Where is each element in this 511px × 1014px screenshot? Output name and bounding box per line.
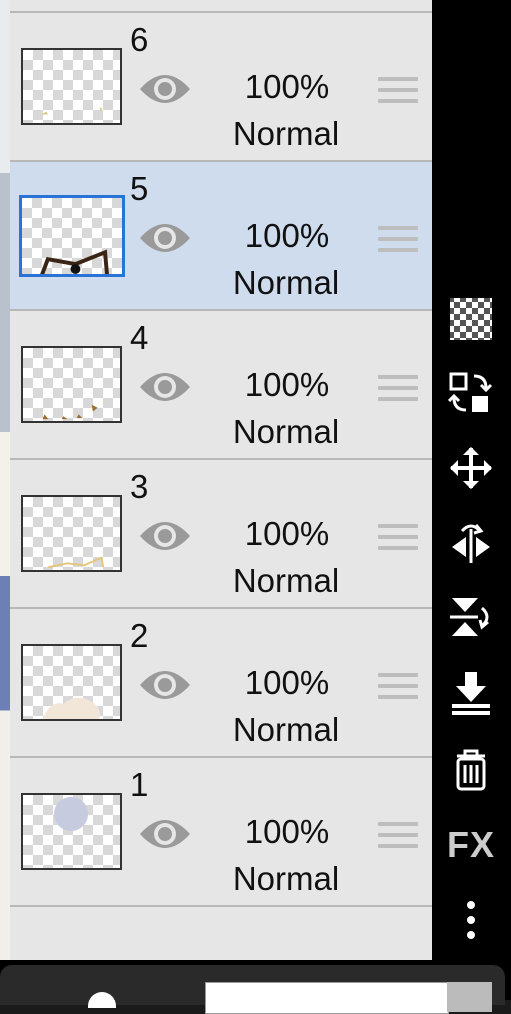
layer-row[interactable]: 4 100% Normal: [10, 311, 432, 460]
move-icon[interactable]: [444, 441, 498, 495]
visibility-eye-icon[interactable]: [138, 814, 192, 854]
bottom-button[interactable]: [447, 982, 492, 1012]
flip-horizontal-icon[interactable]: [444, 515, 498, 569]
drag-handle-icon[interactable]: [378, 822, 418, 852]
drag-handle-icon[interactable]: [378, 375, 418, 405]
layer-list: 7100%Normal 6 100% Normal 5 100% Normal 4 100% No…: [10, 0, 432, 907]
drag-handle-icon[interactable]: [378, 77, 418, 107]
bottom-field[interactable]: [205, 982, 449, 1014]
fx-label: FX: [446, 824, 495, 865]
layer-blend-mode[interactable]: Normal: [206, 0, 366, 4]
layer-thumbnail[interactable]: [21, 346, 122, 423]
merge-down-icon[interactable]: [444, 666, 498, 720]
visibility-eye-icon[interactable]: [138, 69, 192, 109]
layer-number: 5: [130, 170, 149, 207]
layer-row[interactable]: 6 100% Normal: [10, 13, 432, 162]
layer-row[interactable]: 7100%Normal: [10, 0, 432, 13]
layer-row[interactable]: 5 100% Normal: [10, 162, 432, 311]
visibility-eye-icon[interactable]: [138, 516, 192, 556]
layer-opacity[interactable]: 100%: [222, 515, 352, 553]
layer-number: 6: [130, 21, 149, 58]
layer-opacity[interactable]: 100%: [222, 366, 352, 404]
swap-layer-icon[interactable]: [444, 366, 498, 420]
layer-opacity[interactable]: 100%: [222, 68, 352, 106]
layer-blend-mode[interactable]: Normal: [206, 562, 366, 600]
visibility-eye-icon[interactable]: [138, 367, 192, 407]
layer-blend-mode[interactable]: Normal: [206, 860, 366, 898]
layer-opacity[interactable]: 100%: [222, 813, 352, 851]
visibility-eye-icon[interactable]: [138, 665, 192, 705]
layer-number: 2: [130, 617, 149, 654]
layer-row[interactable]: 2 100% Normal: [10, 609, 432, 758]
layer-number: 1: [130, 766, 149, 803]
layer-panel: 7100%Normal 6 100% Normal 5 100% Normal 4 100% No…: [10, 0, 432, 960]
layer-row[interactable]: 1 100% Normal: [10, 758, 432, 907]
canvas-edge: [0, 0, 10, 960]
layer-blend-mode[interactable]: Normal: [206, 264, 366, 302]
drag-handle-icon[interactable]: [378, 226, 418, 256]
flip-vertical-icon[interactable]: [444, 590, 498, 644]
layer-blend-mode[interactable]: Normal: [206, 711, 366, 749]
layer-blend-mode[interactable]: Normal: [206, 413, 366, 451]
fx-icon[interactable]: FX: [444, 818, 498, 872]
trash-icon[interactable]: [444, 742, 498, 796]
layer-row[interactable]: 3 100% Normal: [10, 460, 432, 609]
transparency-icon[interactable]: [444, 292, 498, 346]
layer-number: 4: [130, 319, 149, 356]
more-icon[interactable]: [444, 893, 498, 947]
drag-handle-icon[interactable]: [378, 524, 418, 554]
layer-thumbnail[interactable]: [19, 195, 125, 277]
layer-thumbnail[interactable]: [21, 793, 122, 870]
drag-handle-icon[interactable]: [378, 673, 418, 703]
layer-thumbnail[interactable]: [21, 495, 122, 572]
layer-thumbnail[interactable]: [21, 48, 122, 125]
layer-number: 3: [130, 468, 149, 505]
layer-opacity[interactable]: 100%: [222, 217, 352, 255]
layer-toolbar: FX: [432, 0, 511, 960]
layer-blend-mode[interactable]: Normal: [206, 115, 366, 153]
visibility-eye-icon[interactable]: [138, 218, 192, 258]
layer-thumbnail[interactable]: [21, 644, 122, 721]
layer-opacity[interactable]: 100%: [222, 664, 352, 702]
